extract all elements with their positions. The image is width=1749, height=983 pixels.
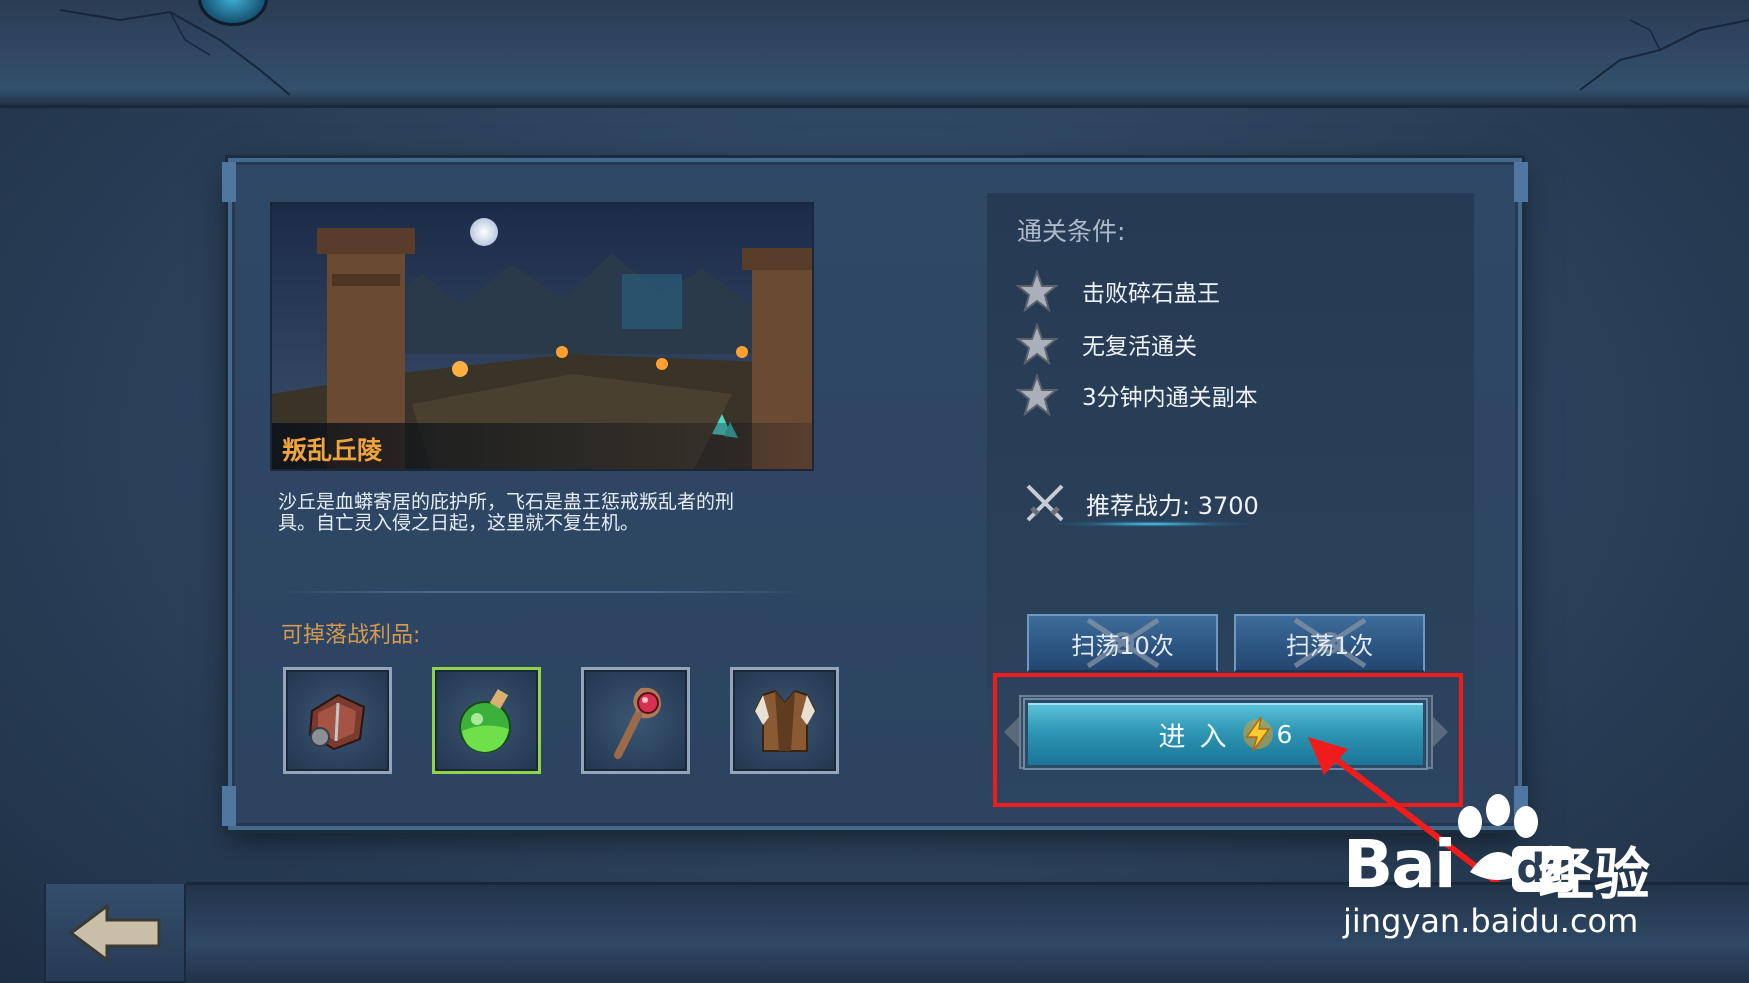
top-bar: [0, 0, 1749, 108]
description-line: 具。自亡灵入侵之日起，这里就不复生机。: [278, 512, 640, 534]
condition-row: 无复活通关: [1016, 323, 1197, 365]
sweep-10-label: 扫荡10次: [1071, 631, 1174, 660]
magic-staff-icon: [613, 687, 661, 759]
back-arrow-icon: [68, 902, 161, 963]
condition-row: 击败碎石蛊王: [1016, 270, 1220, 312]
leather-vest-icon: [753, 689, 816, 752]
watermark-url: jingyan.baidu.com: [1343, 902, 1639, 940]
sweep-10-button[interactable]: 扫荡10次: [1027, 614, 1218, 672]
power-glow: [1052, 521, 1252, 527]
stage-description: 沙丘是血蟒寄居的庇护所，飞石是蛊王惩戒叛乱者的刑 具。自亡灵入侵之日起，这里就不…: [278, 492, 818, 534]
watermark-bai: Bai: [1343, 826, 1456, 903]
star-icon: [1016, 374, 1058, 416]
power-label: 推荐战力: 3700: [1086, 491, 1259, 520]
sweep-1-label: 扫荡1次: [1285, 631, 1374, 660]
crossed-swords-icon: [1026, 484, 1064, 522]
stage-preview-image: 叛乱丘陵: [270, 202, 814, 471]
panel-corner: [222, 162, 236, 202]
conditions-title: 通关条件:: [1017, 217, 1126, 246]
condition-label: 3分钟内通关副本: [1082, 385, 1258, 411]
loot-item-armor[interactable]: [283, 667, 392, 774]
loot-title: 可掉落战利品:: [281, 623, 421, 648]
loot-item-vest[interactable]: [730, 667, 839, 774]
loot-item-potion[interactable]: [432, 667, 541, 774]
condition-label: 击败碎石蛊王: [1082, 281, 1220, 307]
watermark-suffix: 经验: [1538, 843, 1650, 908]
recommended-power: 推荐战力: 3700: [1022, 480, 1259, 526]
star-icon: [1016, 323, 1058, 365]
panel-corner: [1514, 162, 1528, 202]
panel-corner: [222, 786, 236, 826]
condition-row: 3分钟内通关副本: [1016, 374, 1258, 416]
star-icon: [1016, 270, 1058, 312]
back-button[interactable]: [44, 884, 186, 983]
sweep-1-button[interactable]: 扫荡1次: [1234, 614, 1425, 672]
green-potion-icon: [458, 688, 511, 753]
stage-name: 叛乱丘陵: [272, 423, 812, 469]
crack-decoration: [1579, 19, 1749, 91]
loot-item-staff[interactable]: [581, 667, 690, 774]
crack-decoration: [60, 9, 291, 96]
armor-bracer-icon: [308, 693, 365, 750]
divider: [278, 591, 808, 593]
description-line: 沙丘是血蟒寄居的庇护所，飞石是蛊王惩戒叛乱者的刑: [278, 491, 735, 513]
condition-label: 无复活通关: [1082, 334, 1197, 360]
